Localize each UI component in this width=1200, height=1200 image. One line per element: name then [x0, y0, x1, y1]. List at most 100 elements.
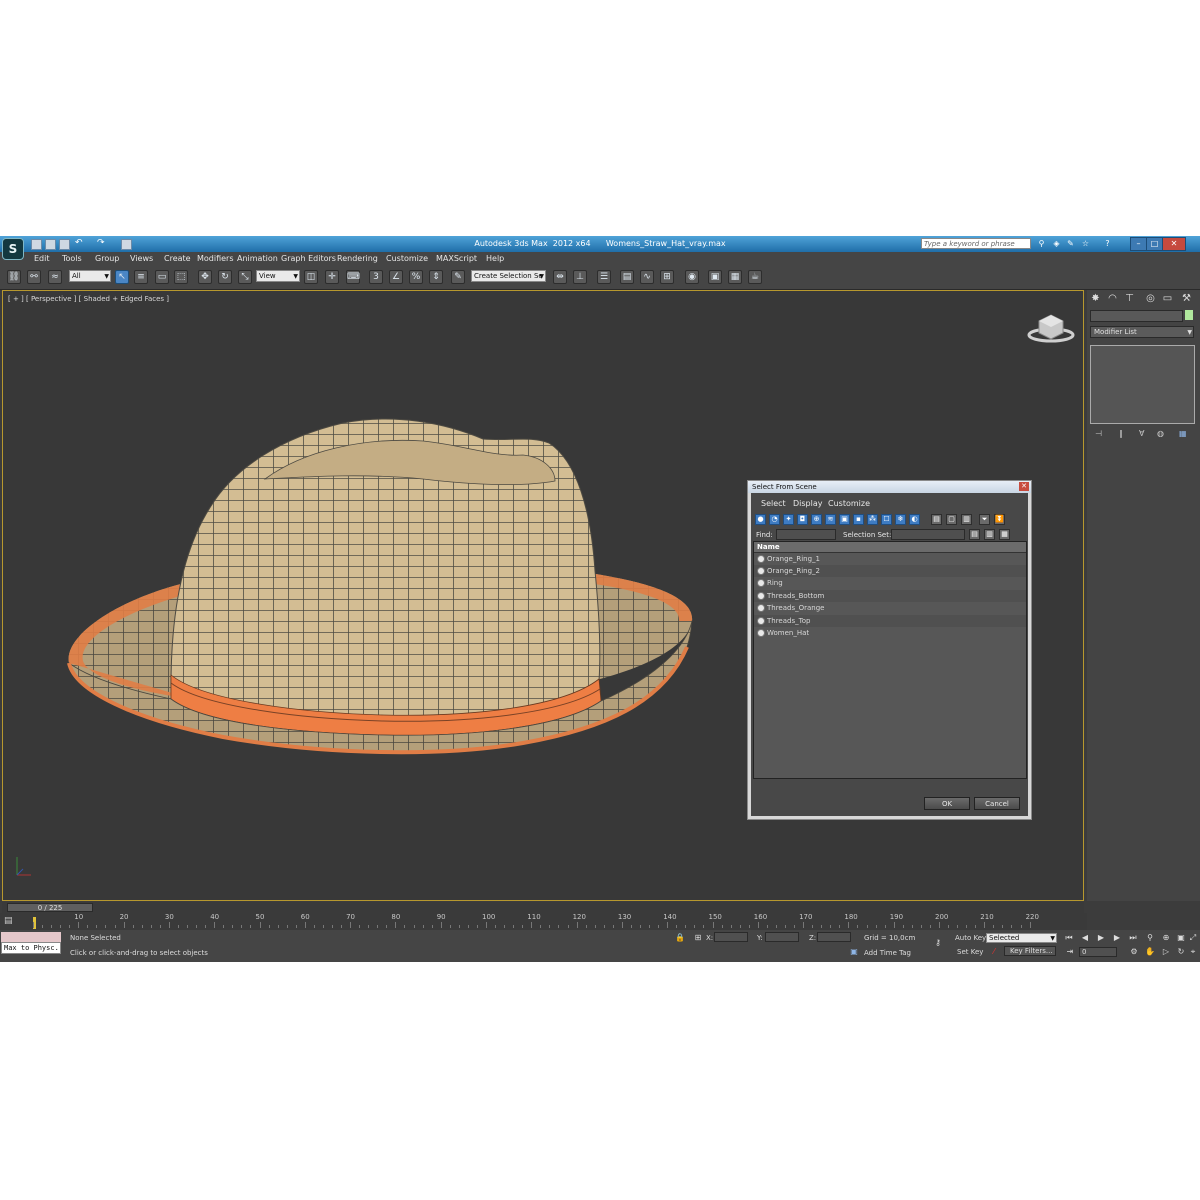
display-space-warps-icon[interactable]: ≋: [825, 514, 836, 525]
name-column-header[interactable]: Name: [754, 542, 1026, 553]
object-color-swatch[interactable]: [1185, 310, 1193, 320]
create-selection-set-icon[interactable]: ▤: [969, 529, 980, 540]
dialog-close-button[interactable]: ✕: [1019, 482, 1029, 491]
display-groups-icon[interactable]: ▣: [839, 514, 850, 525]
modify-tab-icon[interactable]: ◠: [1106, 292, 1119, 305]
object-row[interactable]: Orange_Ring_2: [754, 565, 1026, 577]
binoculars-icon[interactable]: ⚲: [1037, 239, 1046, 248]
perspective-viewport[interactable]: [ + ] [ Perspective ] [ Shaded + Edged F…: [2, 290, 1084, 901]
selection-filter-dropdown[interactable]: All ▼: [69, 270, 111, 282]
named-selection-set-dropdown[interactable]: Create Selection Se ▼: [471, 270, 546, 282]
x-coordinate-field[interactable]: [714, 932, 748, 942]
mini-curve-editor-icon[interactable]: ▤: [4, 916, 20, 927]
show-end-result-icon[interactable]: ∥: [1119, 429, 1123, 438]
display-all-icon[interactable]: ▤: [931, 514, 942, 525]
graphite-modeling-icon[interactable]: ▤: [620, 270, 634, 284]
next-frame-icon[interactable]: ▶: [1111, 933, 1123, 943]
mirror-icon[interactable]: ⇹: [553, 270, 567, 284]
set-key-icon[interactable]: ⚷: [930, 938, 946, 948]
open-file-icon[interactable]: [45, 239, 56, 250]
dialog-menu-customize[interactable]: Customize: [828, 499, 870, 508]
select-and-move-icon[interactable]: ✥: [198, 270, 212, 284]
edit-named-selection-icon[interactable]: ✎: [451, 270, 465, 284]
unlink-icon[interactable]: ⚯: [27, 270, 41, 284]
reference-coordinate-dropdown[interactable]: View ▼: [256, 270, 300, 282]
menu-views[interactable]: Views: [130, 254, 153, 263]
select-and-manipulate-icon[interactable]: ✛: [325, 270, 339, 284]
go-to-end-icon[interactable]: ⏭: [1127, 933, 1139, 943]
maximize-button[interactable]: □: [1146, 237, 1163, 251]
ok-button[interactable]: OK: [924, 797, 970, 810]
object-row[interactable]: Ring: [754, 577, 1026, 589]
display-none-icon[interactable]: ▢: [946, 514, 957, 525]
bind-to-space-warp-icon[interactable]: ≈: [48, 270, 62, 284]
create-tab-icon[interactable]: ✸: [1089, 292, 1102, 305]
viewcube-icon[interactable]: [1027, 314, 1075, 343]
modifier-list-dropdown[interactable]: Modifier List ▼: [1090, 326, 1194, 338]
save-file-icon[interactable]: [59, 239, 70, 250]
display-helpers-icon[interactable]: ⊕: [811, 514, 822, 525]
y-coordinate-field[interactable]: [765, 932, 799, 942]
favorites-star-icon[interactable]: ☆: [1081, 239, 1090, 248]
time-slider-thumb[interactable]: 0 / 225: [7, 903, 93, 912]
display-lights-icon[interactable]: ✦: [783, 514, 794, 525]
curve-editor-icon[interactable]: ∿: [640, 270, 654, 284]
schematic-view-icon[interactable]: ⊞: [660, 270, 674, 284]
object-row[interactable]: Threads_Top: [754, 615, 1026, 627]
time-configuration-icon[interactable]: ⚙: [1128, 947, 1140, 957]
menu-create[interactable]: Create: [164, 254, 191, 263]
dialog-menu-display[interactable]: Display: [793, 499, 823, 508]
filter-icon[interactable]: ⏷: [979, 514, 990, 525]
menu-graph-editors[interactable]: Graph Editors: [281, 254, 336, 263]
menu-tools[interactable]: Tools: [62, 254, 82, 263]
maxscript-mini-listener[interactable]: [1, 932, 61, 942]
zoom-extents-icon[interactable]: ▣: [1175, 933, 1187, 943]
rectangular-selection-icon[interactable]: ▭: [155, 270, 169, 284]
select-by-name-icon[interactable]: ≡: [134, 270, 148, 284]
configure-modifier-sets-icon[interactable]: ▦: [1179, 429, 1187, 438]
dialog-menu-select[interactable]: Select: [761, 499, 786, 508]
pin-stack-icon[interactable]: ⊣: [1095, 429, 1102, 438]
track-bar[interactable]: ▤ 10 20 30 40 50 60 70 80 90 100 110 120 130 140 150 16…: [0, 913, 1087, 930]
menu-help[interactable]: Help: [486, 254, 504, 263]
key-filters-button[interactable]: Key Filters...: [1004, 946, 1056, 956]
zoom-all-icon[interactable]: ⊕: [1160, 933, 1172, 943]
undo-icon[interactable]: ↶: [75, 239, 84, 248]
find-input[interactable]: [776, 529, 836, 540]
communication-center-icon[interactable]: ✎: [1066, 239, 1075, 248]
display-shapes-icon[interactable]: ◔: [769, 514, 780, 525]
object-row[interactable]: Women_Hat: [754, 627, 1026, 639]
display-bones-icon[interactable]: ⁂: [867, 514, 878, 525]
remove-modifier-icon[interactable]: ◍: [1157, 429, 1164, 438]
spinner-snap-icon[interactable]: ⇕: [429, 270, 443, 284]
menu-rendering[interactable]: Rendering: [337, 254, 378, 263]
display-xrefs-icon[interactable]: ▪: [853, 514, 864, 525]
auto-key-button[interactable]: Auto Key: [955, 934, 986, 942]
object-row[interactable]: Threads_Orange: [754, 602, 1026, 614]
rendered-frame-window-icon[interactable]: ▦: [728, 270, 742, 284]
project-folder-icon[interactable]: [121, 239, 132, 250]
time-slider[interactable]: 0 / 225: [2, 902, 1084, 913]
z-coordinate-field[interactable]: [817, 932, 851, 942]
absolute-mode-icon[interactable]: ⊞: [692, 933, 704, 943]
display-cameras-icon[interactable]: ◘: [797, 514, 808, 525]
align-icon[interactable]: ⊥: [573, 270, 587, 284]
selection-set-dropdown[interactable]: [891, 529, 965, 540]
select-and-link-icon[interactable]: ⛓: [7, 270, 21, 284]
menu-modifiers[interactable]: Modifiers: [197, 254, 234, 263]
display-geometry-icon[interactable]: ●: [755, 514, 766, 525]
redo-icon[interactable]: ↷: [97, 239, 106, 248]
material-editor-icon[interactable]: ◉: [685, 270, 699, 284]
make-unique-icon[interactable]: ∀: [1139, 429, 1144, 438]
pan-view-icon[interactable]: ✋: [1144, 947, 1156, 957]
default-in-out-tangents-icon[interactable]: ⁄: [988, 947, 1000, 957]
object-row[interactable]: Orange_Ring_1: [754, 553, 1026, 565]
close-button[interactable]: ✕: [1162, 237, 1186, 251]
filter-options-icon[interactable]: ⏬: [994, 514, 1005, 525]
display-containers-icon[interactable]: ☐: [881, 514, 892, 525]
object-list[interactable]: Name Orange_Ring_1 Orange_Ring_2 Ring Th…: [753, 541, 1027, 779]
display-hidden-icon[interactable]: ◐: [909, 514, 920, 525]
menu-maxscript[interactable]: MAXScript: [436, 254, 477, 263]
search-input[interactable]: Type a keyword or phrase: [921, 238, 1031, 249]
angle-snap-icon[interactable]: ∠: [389, 270, 403, 284]
